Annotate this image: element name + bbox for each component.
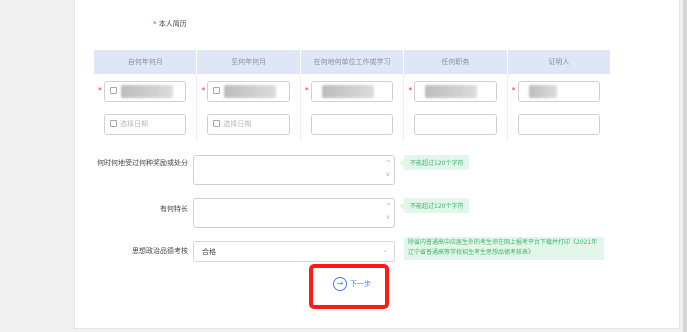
resume-label-text: 本人简历 xyxy=(158,20,187,28)
date-placeholder: 选择日期 xyxy=(223,120,252,128)
col-header-to: 至何年何月 xyxy=(197,50,301,74)
ideology-label: 思想政治品德考核 xyxy=(132,247,188,255)
calendar-icon xyxy=(213,87,221,94)
from-date-input[interactable] xyxy=(104,81,187,102)
required-mark: * xyxy=(408,86,413,95)
position-input[interactable] xyxy=(414,114,497,135)
specialty-label: 有何特长 xyxy=(160,205,188,213)
calendar-icon xyxy=(110,87,117,94)
required-mark: * xyxy=(98,86,102,95)
resume-label: * 本人简历 xyxy=(153,19,187,29)
col-header-from: 自何年何月 xyxy=(94,50,198,74)
redacted-value xyxy=(121,85,173,98)
place-input[interactable] xyxy=(310,81,394,102)
to-date-input[interactable]: 选择日期 xyxy=(207,114,290,135)
col-header-witness: 证明人 xyxy=(548,58,570,66)
stepper-icon: ^ v xyxy=(385,203,391,221)
ideology-select[interactable]: 合格 ⌄ xyxy=(193,241,395,262)
place-input[interactable] xyxy=(310,114,394,135)
redacted-value xyxy=(528,85,557,98)
redacted-value xyxy=(224,85,277,98)
specialty-textarea[interactable]: ^ v xyxy=(193,198,395,228)
awards-textarea[interactable]: ^ v xyxy=(193,155,395,185)
col-header-place: 在何地何单位工作或学习 xyxy=(301,50,405,74)
redacted-value xyxy=(425,85,478,98)
to-date-input[interactable] xyxy=(207,81,290,102)
witness-input[interactable] xyxy=(517,81,601,102)
witness-input[interactable] xyxy=(517,114,601,135)
arrow-right-circle-icon: → xyxy=(333,277,347,291)
calendar-icon xyxy=(213,120,221,127)
calendar-icon xyxy=(110,120,117,127)
next-button[interactable]: → 下一步 xyxy=(333,277,371,291)
ideology-note: 除省内普通高中应届生外的考生须在网上报考平台下载并打印《2021年辽宁省普通高等… xyxy=(404,237,604,260)
from-date-input[interactable]: 选择日期 xyxy=(104,114,187,135)
chevron-down-icon: ⌄ xyxy=(382,246,388,254)
date-placeholder: 选择日期 xyxy=(120,120,148,128)
next-button-label: 下一步 xyxy=(350,280,371,288)
redacted-value xyxy=(321,85,374,98)
required-mark: * xyxy=(511,86,516,95)
ideology-value: 合格 xyxy=(202,248,216,256)
awards-label: 何时何地受过何种奖励或处分 xyxy=(97,159,188,167)
table-row: * * * * * xyxy=(94,74,610,108)
required-mark: * xyxy=(201,86,206,95)
required-mark: * xyxy=(304,86,309,95)
stepper-icon: ^ v xyxy=(385,160,391,178)
position-input[interactable] xyxy=(414,81,497,102)
awards-hint: 不能超过120个字符 xyxy=(398,155,470,170)
table-row: 选择日期 选择日期 xyxy=(94,107,610,141)
resume-table-header: 自何年何月 至何年何月 在何地何单位工作或学习 任何职务 证明人 xyxy=(94,50,610,74)
next-button-highlight: → 下一步 xyxy=(309,264,389,309)
specialty-hint: 不能超过120个字符 xyxy=(398,198,470,213)
scrollbar[interactable] xyxy=(683,0,687,332)
required-mark: * xyxy=(153,20,157,28)
col-header-position: 任何职务 xyxy=(404,50,508,74)
